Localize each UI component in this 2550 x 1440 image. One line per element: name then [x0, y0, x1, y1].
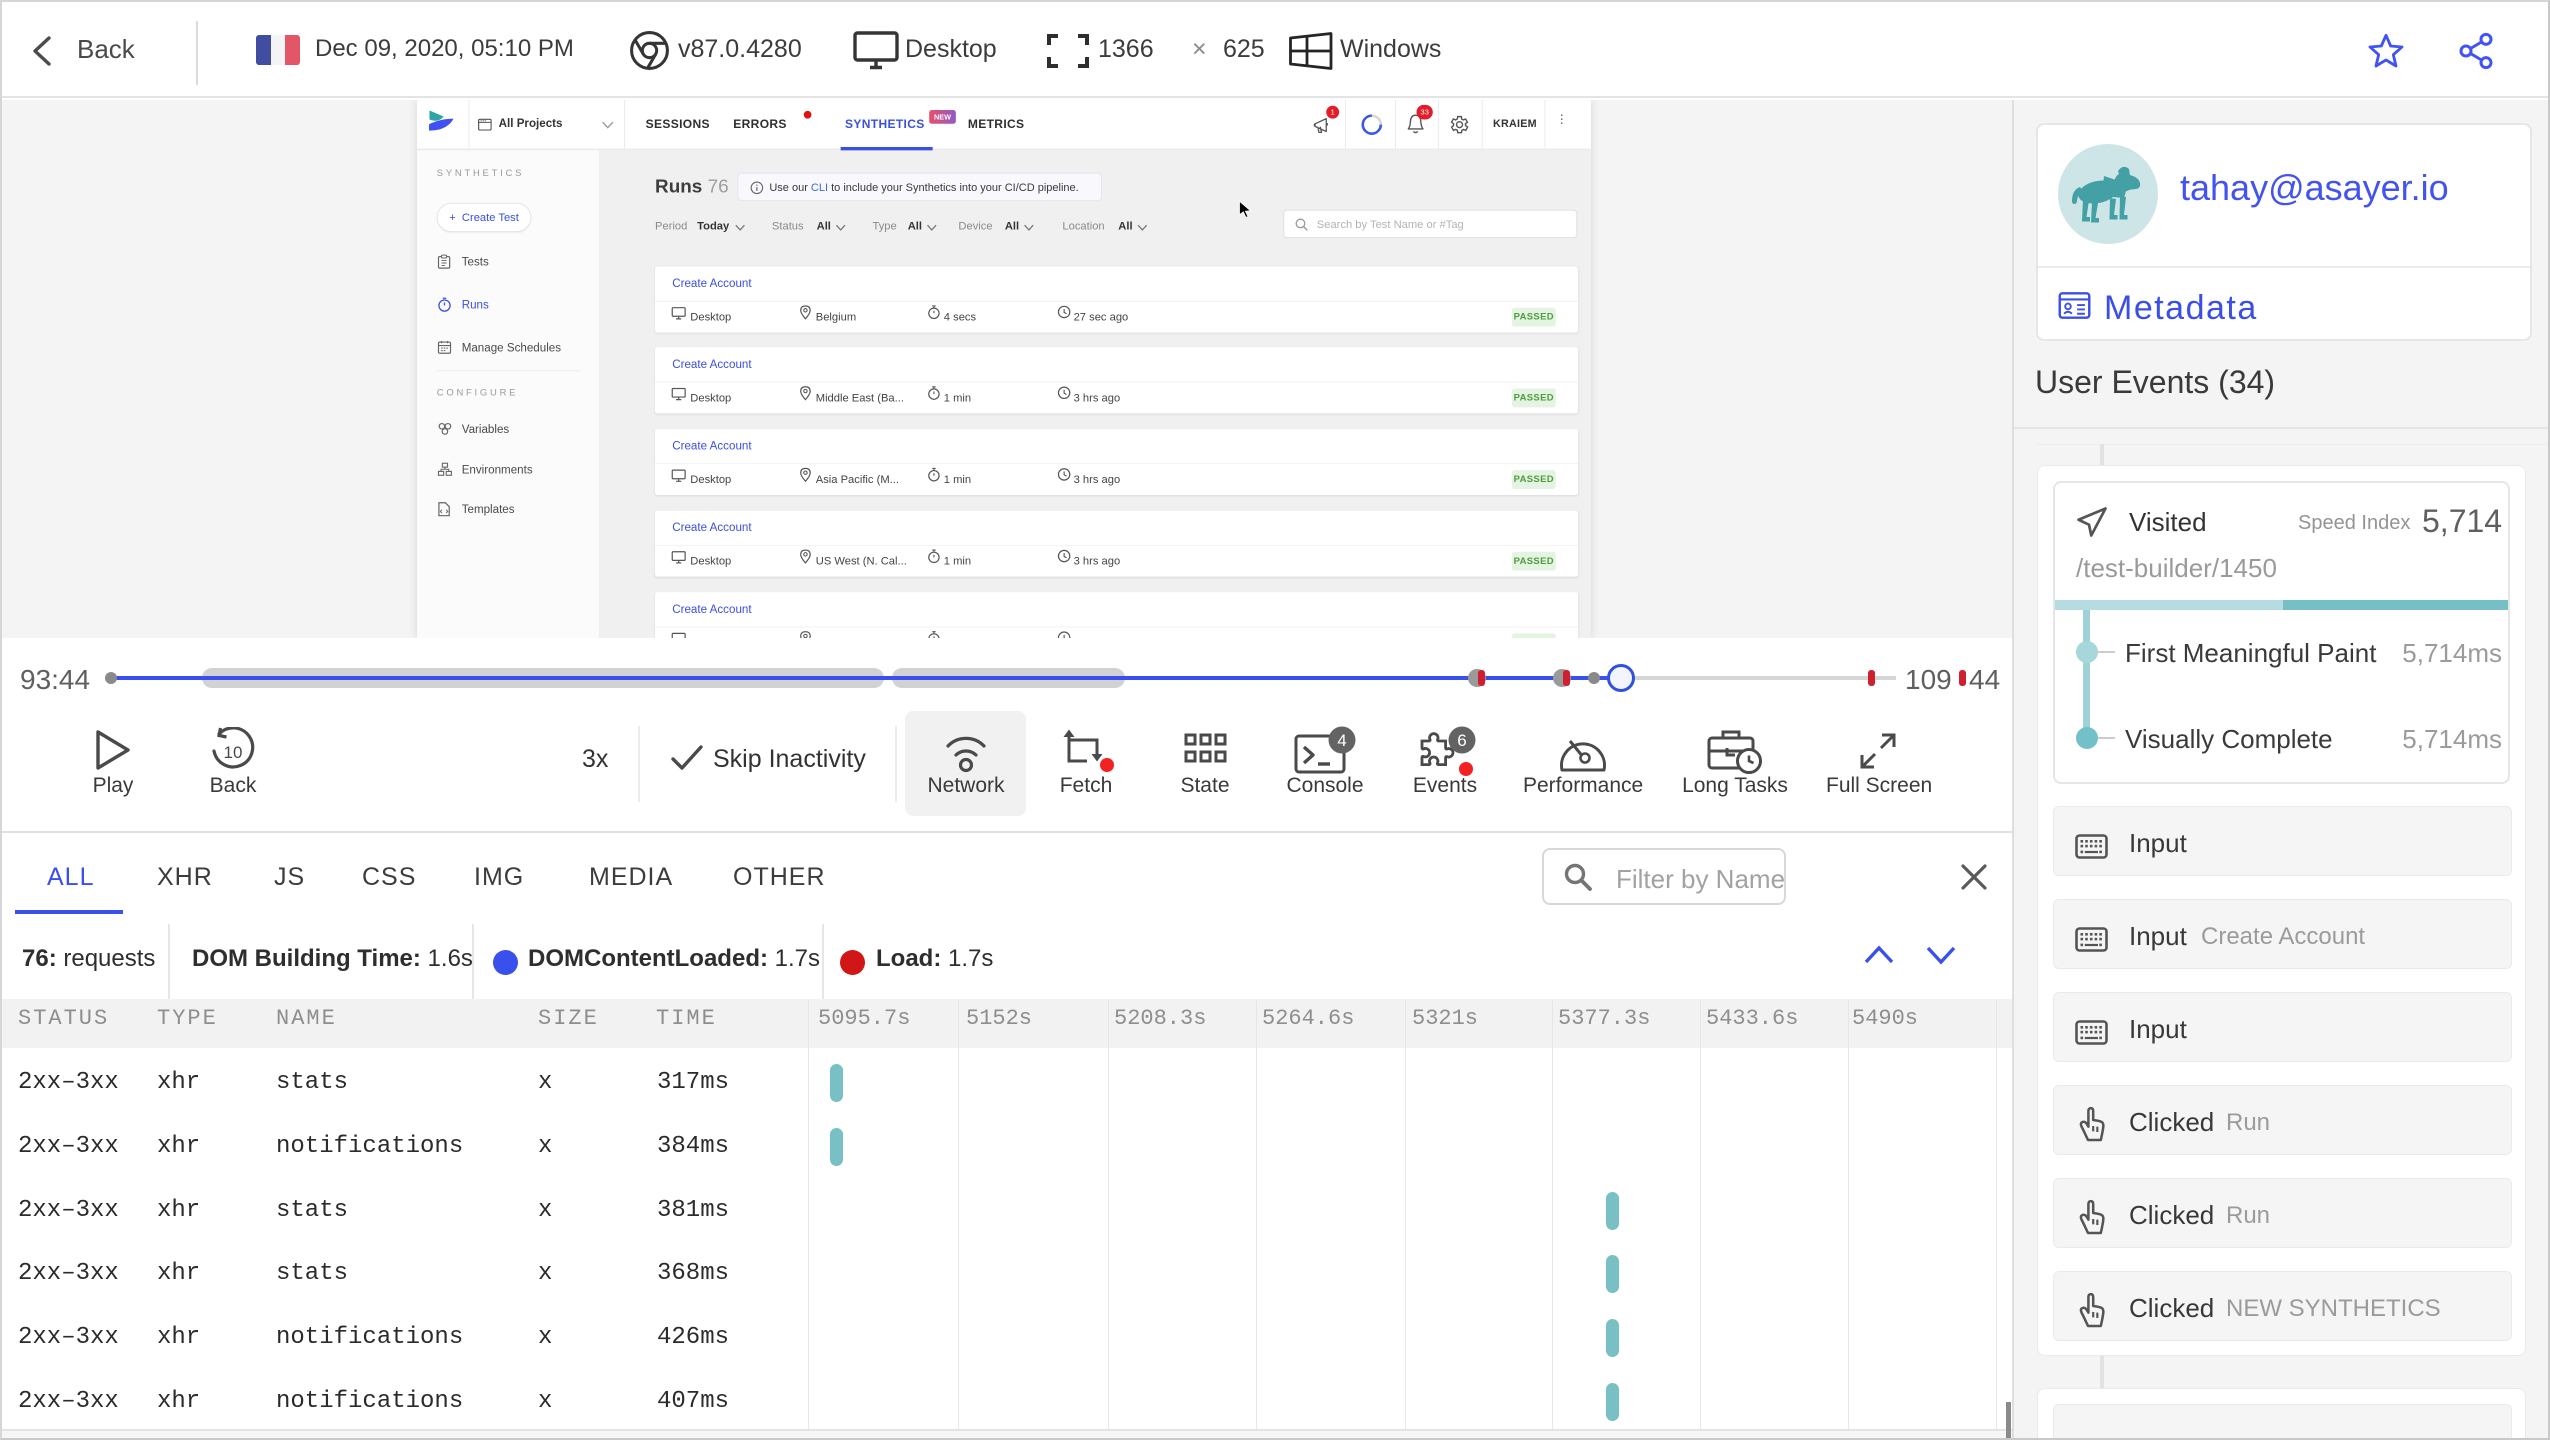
- svg-text:10: 10: [224, 743, 243, 762]
- svg-text:6: 6: [1457, 731, 1466, 750]
- svg-text:4: 4: [1337, 731, 1346, 750]
